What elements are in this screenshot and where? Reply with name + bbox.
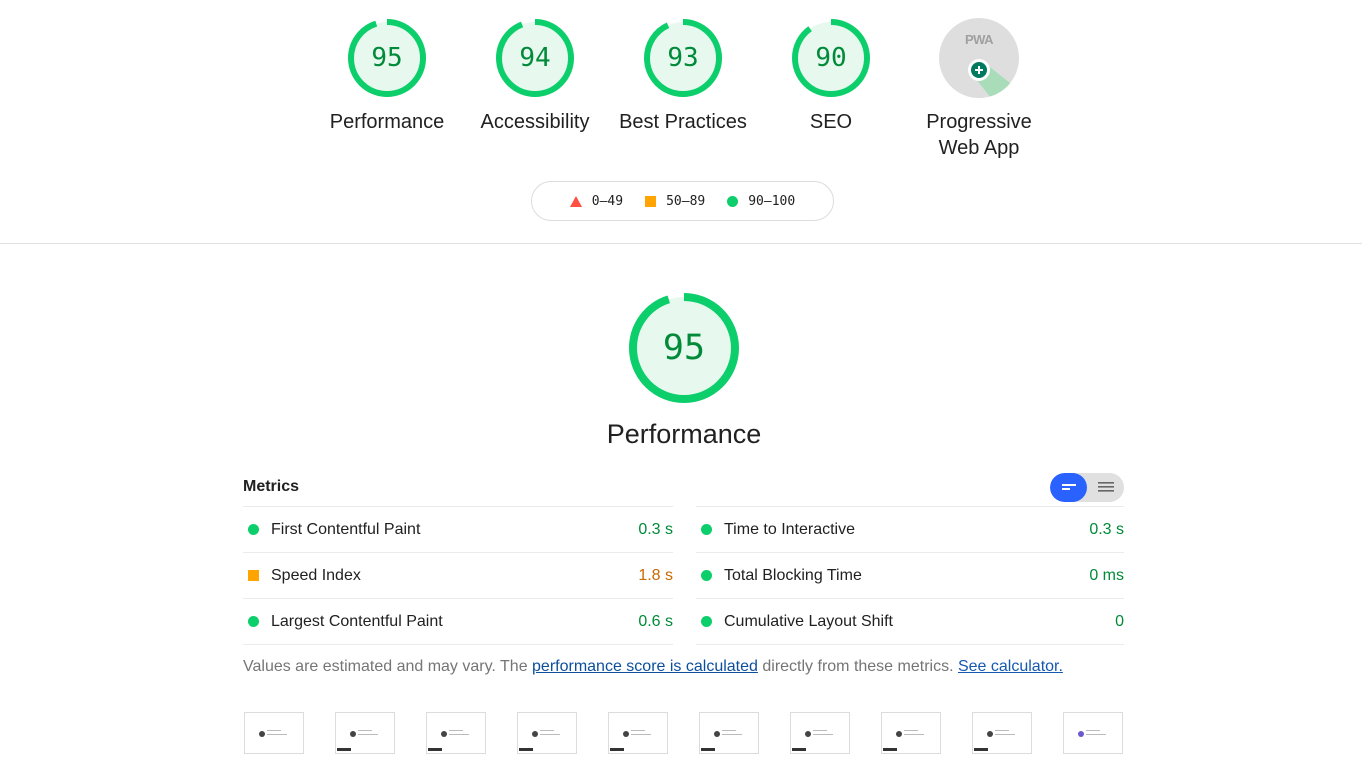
gauge-performance[interactable]: 95 Performance <box>312 18 462 135</box>
note-text-1: Values are estimated and may vary. The <box>243 658 533 675</box>
filmstrip-frame <box>335 712 395 754</box>
metric-name: Largest Contentful Paint <box>271 612 443 630</box>
metric-name: Speed Index <box>271 566 361 584</box>
filmstrip-frame <box>426 712 486 754</box>
metrics-disclaimer: Values are estimated and may vary. The p… <box>243 658 1063 676</box>
lines-icon <box>1097 482 1114 492</box>
gauge-ring: 95 <box>628 292 740 404</box>
legend-range: 90–100 <box>748 193 796 209</box>
performance-gauge: 95 Performance <box>604 292 764 450</box>
square-icon <box>645 195 657 207</box>
section-divider <box>0 243 1362 244</box>
gauge-pwa[interactable]: PWA Progressive Web App <box>904 18 1054 161</box>
gauge-label: Accessibility <box>480 111 590 133</box>
legend-item-pass: 90–100 <box>727 194 795 209</box>
metric-name: Total Blocking Time <box>724 566 862 584</box>
metric-first-contentful-paint: First Contentful Paint 0.3 s <box>243 506 673 552</box>
performance-score: 95 <box>662 328 706 368</box>
gauge-label: Progressive Web App <box>904 109 1054 161</box>
gauge-score: 90 <box>815 43 847 73</box>
filmstrip-frame <box>972 712 1032 754</box>
metric-cumulative-layout-shift: Cumulative Layout Shift 0 <box>696 598 1124 645</box>
metric-name: Time to Interactive <box>724 520 856 538</box>
performance-title: Performance <box>606 419 762 449</box>
gauge-score: 95 <box>371 43 403 73</box>
legend-item-fail: 0–49 <box>569 193 624 209</box>
metric-value: 1.8 s <box>638 566 673 584</box>
filmstrip-frame <box>1063 712 1123 754</box>
metrics-grid: First Contentful Paint 0.3 s Speed Index… <box>243 506 1124 645</box>
gauge-ring: 95 <box>347 18 427 98</box>
note-text-2: directly from these metrics. <box>757 658 958 675</box>
filmstrip-frame <box>881 712 941 754</box>
triangle-icon <box>569 195 582 207</box>
filmstrip-frame <box>517 712 577 754</box>
pass-indicator-icon <box>248 524 259 535</box>
metrics-column-right: Time to Interactive 0.3 s Total Blocking… <box>696 506 1124 645</box>
category-gauges: 95 Performance 94 Accessibility 93 Best … <box>0 0 1362 243</box>
metric-name: Cumulative Layout Shift <box>724 612 893 630</box>
circle-icon <box>727 195 739 207</box>
gauge-label: Best Practices <box>619 111 747 133</box>
metrics-header: Metrics <box>243 468 1124 506</box>
filmstrip <box>243 712 1123 754</box>
filmstrip-frame <box>244 712 304 754</box>
collapse-view-button[interactable] <box>1050 472 1087 502</box>
metrics-column-left: First Contentful Paint 0.3 s Speed Index… <box>243 506 673 645</box>
filmstrip-frame <box>608 712 668 754</box>
metrics-section: Metrics First Contentful Paint 0.3 s Spe… <box>243 468 1124 645</box>
metric-time-to-interactive: Time to Interactive 0.3 s <box>696 506 1124 552</box>
metric-value: 0 ms <box>1089 566 1124 584</box>
legend-item-average: 50–89 <box>645 194 705 209</box>
metrics-view-toggle[interactable] <box>1050 472 1124 502</box>
metric-value: 0.3 s <box>638 520 673 538</box>
pwa-badge-icon: PWA <box>939 18 1019 98</box>
filmstrip-frame <box>699 712 759 754</box>
metric-name: First Contentful Paint <box>271 520 421 538</box>
expand-view-button[interactable] <box>1087 473 1124 502</box>
gauge-ring: 94 <box>495 18 575 98</box>
pass-indicator-icon <box>248 616 259 627</box>
filmstrip-frame <box>790 712 850 754</box>
gauge-best-practices[interactable]: 93 Best Practices <box>608 18 758 135</box>
gauge-ring: 93 <box>643 18 723 98</box>
see-calculator-link[interactable]: See calculator. <box>958 658 1063 675</box>
performance-score-link[interactable]: performance score is calculated <box>532 658 758 675</box>
legend-range: 50–89 <box>666 193 706 209</box>
score-scale-legend: 0–49 50–89 90–100 <box>531 181 834 221</box>
average-indicator-icon <box>248 570 259 581</box>
pass-indicator-icon <box>701 570 712 581</box>
pwa-label-line1: Progressive <box>926 111 1032 133</box>
legend-range: 0–49 <box>591 193 624 209</box>
gauge-label: SEO <box>809 111 853 133</box>
gauge-score: 94 <box>519 43 551 73</box>
metric-largest-contentful-paint: Largest Contentful Paint 0.6 s <box>243 598 673 645</box>
pwa-label-line2: Web App <box>938 137 1020 159</box>
pwa-badge-text: PWA <box>964 32 994 47</box>
metric-value: 0 <box>1115 612 1124 630</box>
pass-indicator-icon <box>701 616 712 627</box>
gauge-score: 93 <box>667 43 699 73</box>
pass-indicator-icon <box>701 524 712 535</box>
metric-total-blocking-time: Total Blocking Time 0 ms <box>696 552 1124 598</box>
metric-value: 0.3 s <box>1089 520 1124 538</box>
gauge-seo[interactable]: 90 SEO <box>756 18 906 135</box>
gauge-ring: 90 <box>791 18 871 98</box>
metric-value: 0.6 s <box>638 612 673 630</box>
gauge-accessibility[interactable]: 94 Accessibility <box>460 18 610 135</box>
metrics-title: Metrics <box>243 478 300 495</box>
short-lines-icon <box>1061 484 1076 490</box>
gauge-label: Performance <box>329 111 445 133</box>
metric-speed-index: Speed Index 1.8 s <box>243 552 673 598</box>
